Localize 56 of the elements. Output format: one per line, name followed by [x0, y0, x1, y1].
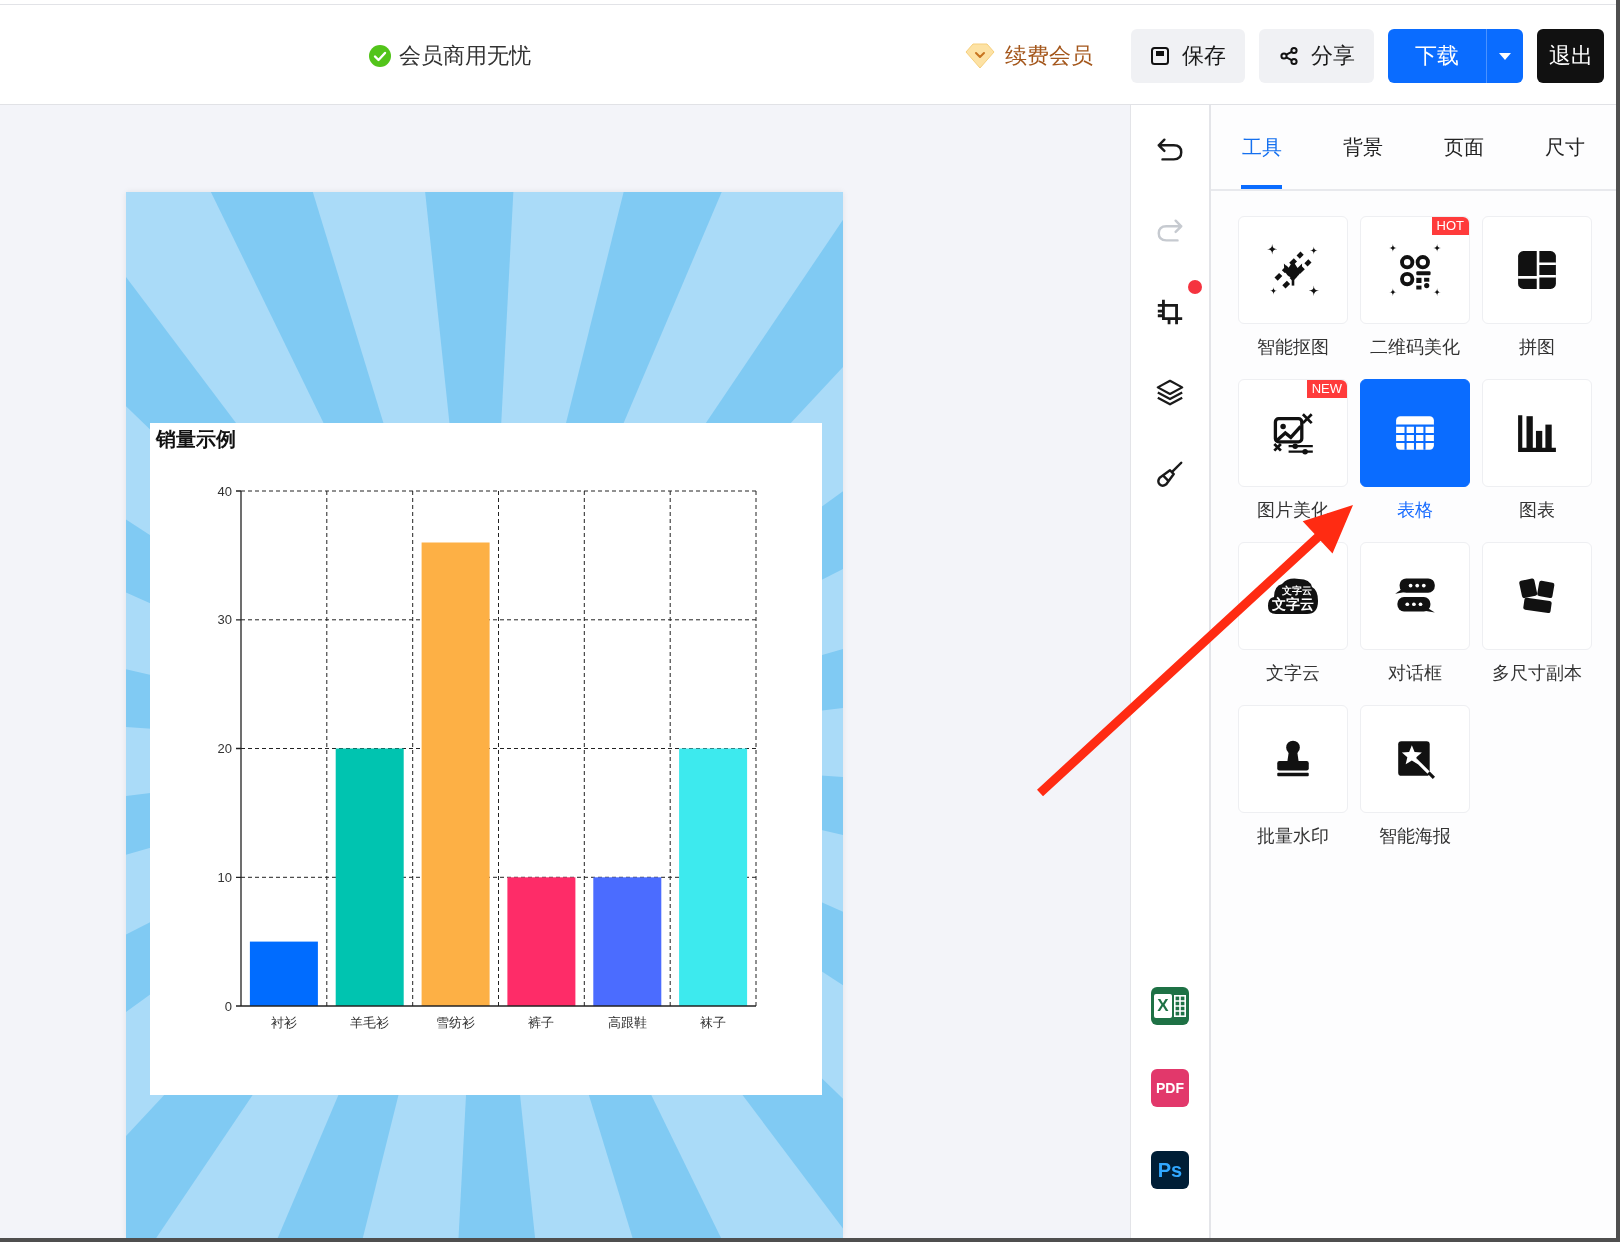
category-label: 高跟鞋	[607, 1015, 647, 1030]
y-tick-label: 30	[217, 612, 232, 628]
y-tick-label: 0	[224, 998, 232, 1014]
qr-code-icon	[1389, 244, 1441, 296]
download-button[interactable]: 下载	[1388, 29, 1486, 83]
y-tick-label: 20	[217, 741, 232, 756]
save-icon	[1150, 46, 1170, 66]
tool-tag: HOT	[1431, 217, 1469, 235]
tool-tile[interactable]	[1360, 379, 1470, 487]
share-icon	[1278, 46, 1299, 66]
flower-sparkle-icon	[1267, 244, 1319, 296]
tool-label[interactable]: 图表	[1519, 497, 1555, 523]
tool-tile[interactable]: HOT	[1360, 216, 1470, 324]
tab[interactable]: 工具	[1211, 105, 1313, 189]
exit-button[interactable]: 退出	[1537, 29, 1604, 83]
photoshop-export-button[interactable]: Ps	[1151, 1151, 1189, 1189]
grid-icon	[1173, 995, 1186, 1017]
category-label: 雪纺衫	[436, 1015, 476, 1030]
excel-export-button[interactable]: X	[1151, 987, 1189, 1025]
tool-tile[interactable]: 文字云 文字云	[1238, 542, 1348, 650]
y-tick-label: 10	[217, 869, 232, 885]
tool-label[interactable]: 对话框	[1388, 660, 1442, 686]
cloud-text: 文字云	[1282, 585, 1312, 596]
check-circle-icon	[369, 45, 391, 67]
y-tick-label: 40	[217, 483, 232, 499]
tool-tag: NEW	[1306, 380, 1347, 398]
tab[interactable]: 尺寸	[1514, 105, 1616, 189]
bar	[249, 941, 318, 1006]
save-button[interactable]: 保存	[1131, 29, 1245, 83]
caret-icon	[1499, 52, 1511, 60]
tab[interactable]: 背景	[1312, 105, 1414, 189]
tool-label[interactable]: 拼图	[1519, 334, 1555, 360]
category-label: 袜子	[700, 1015, 727, 1030]
tool-label[interactable]: 批量水印	[1257, 823, 1329, 849]
pdf-export-button[interactable]: PDF	[1151, 1069, 1189, 1107]
image-sliders-icon	[1271, 411, 1315, 455]
tool-label[interactable]: 智能海报	[1379, 823, 1451, 849]
chart-title: 销量示例	[156, 427, 236, 452]
renew-membership-link[interactable]: 续费会员	[1005, 41, 1093, 71]
dropdown-button[interactable]	[1486, 29, 1523, 83]
cloud-text: 文字云	[1272, 597, 1314, 612]
tab[interactable]: 页面	[1413, 105, 1515, 189]
category-label: 羊毛衫	[350, 1015, 390, 1030]
membership-notice: 会员商用无忧	[399, 42, 531, 70]
tool-label[interactable]: 智能抠图	[1257, 334, 1329, 360]
tool-label[interactable]: 二维码美化	[1370, 334, 1460, 360]
tool-label[interactable]: 多尺寸副本	[1492, 660, 1582, 686]
tool-tile[interactable]: NEW	[1238, 379, 1348, 487]
tool-label[interactable]: 文字云	[1266, 660, 1320, 686]
share-button[interactable]: 分享	[1259, 29, 1374, 83]
category-label: 裤子	[528, 1015, 555, 1030]
tool-label[interactable]: 表格	[1397, 497, 1433, 523]
category-label: 衬衫	[270, 1015, 297, 1030]
diamond-icon	[965, 43, 995, 69]
bar-chart-icon	[1516, 412, 1558, 454]
grid-layout-icon	[1516, 249, 1558, 291]
